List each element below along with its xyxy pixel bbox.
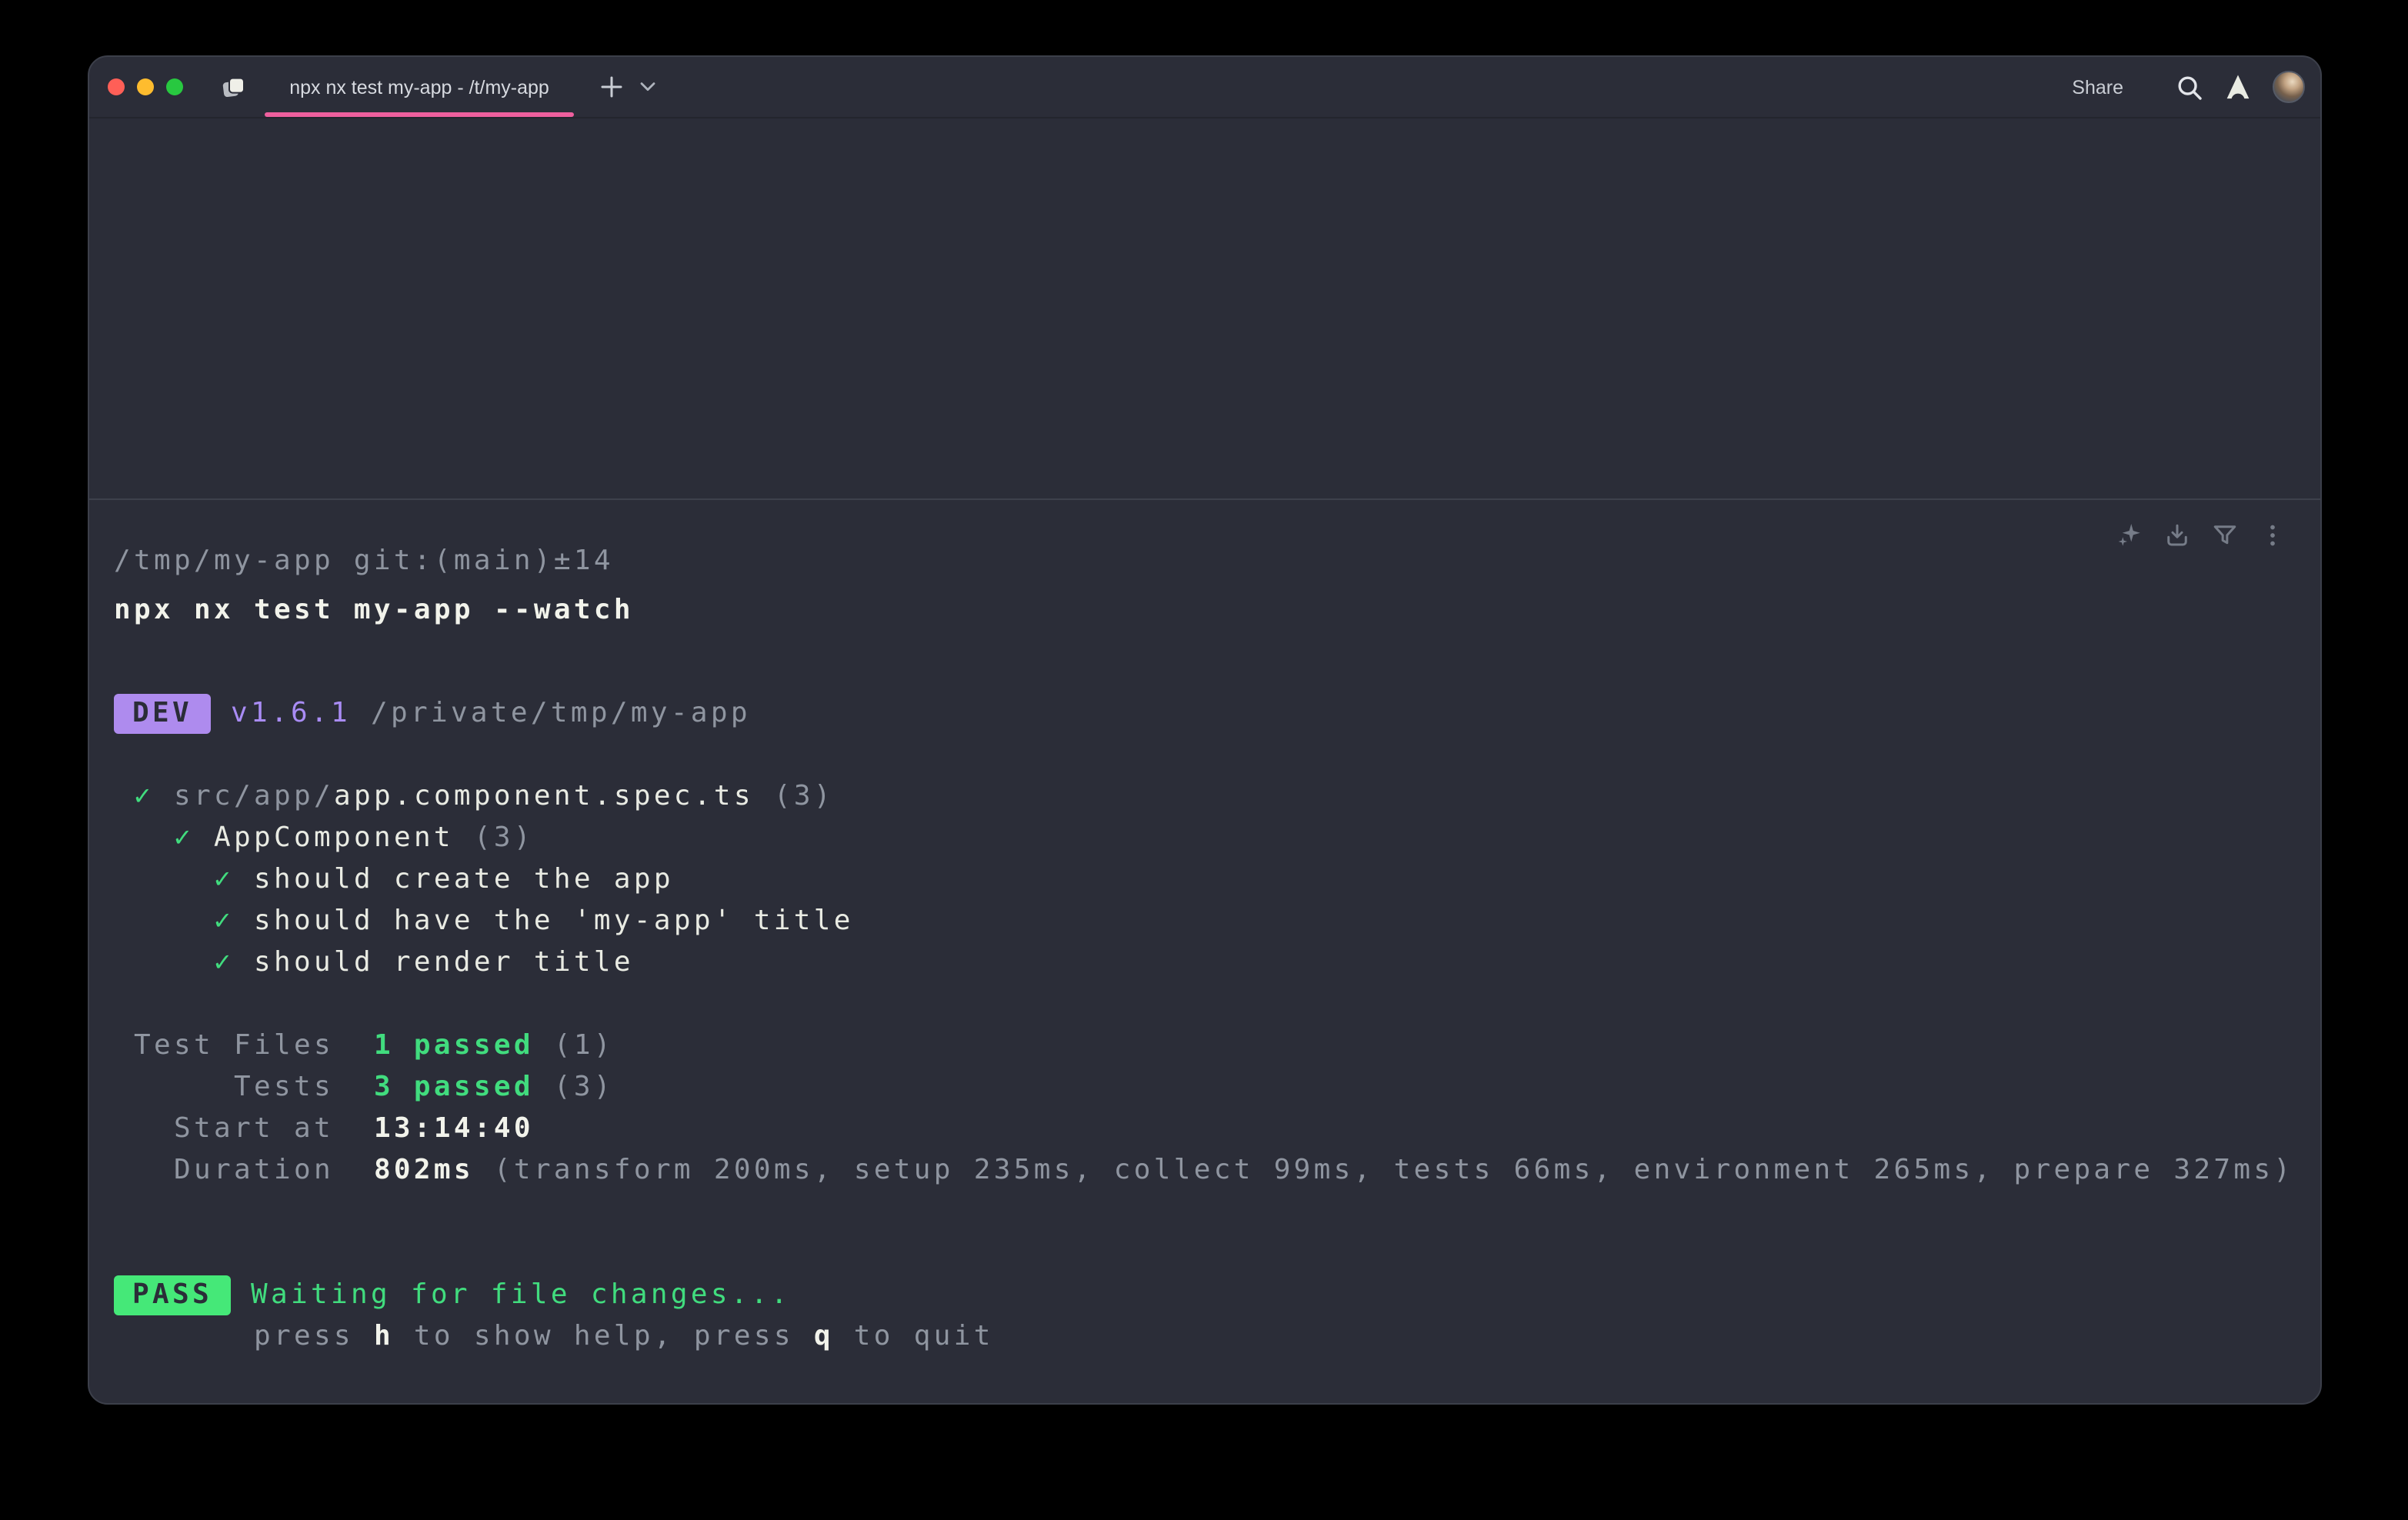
terminal-line — [114, 983, 2296, 1025]
terminal-text: ✓ — [114, 946, 254, 978]
terminal-text: h — [374, 1320, 394, 1352]
user-avatar[interactable] — [2273, 71, 2305, 103]
terminal-text: Duration — [114, 1154, 374, 1186]
terminal-text — [211, 697, 231, 729]
terminal-line — [114, 734, 2296, 775]
terminal-line: ✓ should render title — [114, 942, 2296, 983]
pass-badge: PASS — [114, 1275, 231, 1315]
terminal-text: src/app/ — [174, 780, 334, 812]
tab-bar: npx nx test my-app - /t/my-app Share — [89, 57, 2320, 118]
terminal-text: (3) — [474, 822, 534, 854]
terminal-text: ✓ — [114, 822, 214, 854]
tab-active-underline — [265, 112, 574, 117]
search-icon[interactable] — [2176, 73, 2203, 101]
terminal-line: npx nx test my-app --watch — [114, 589, 2296, 631]
terminal-text: (3) — [534, 1071, 614, 1103]
terminal-text: 802ms — [374, 1154, 474, 1186]
window-controls — [108, 78, 188, 95]
zoom-button[interactable] — [166, 78, 183, 95]
terminal-line — [114, 631, 2296, 672]
terminal-line: ✓ should have the 'my-app' title — [114, 900, 2296, 942]
terminal-text: /tmp/my-app git:(main)±14 — [114, 545, 614, 577]
warp-logo-icon[interactable] — [2225, 74, 2251, 100]
scrollback-area — [89, 118, 2320, 500]
terminal-text: Waiting for file changes... — [231, 1278, 791, 1311]
blocks-icon[interactable] — [218, 72, 249, 102]
terminal-text: should have the 'my-app' title — [254, 905, 854, 937]
terminal-line: ✓ src/app/app.component.spec.ts (3) — [114, 775, 2296, 817]
terminal-text: should create the app — [254, 863, 674, 895]
tab-list-chevron-down-icon[interactable] — [640, 82, 655, 92]
terminal-line: DEV v1.6.1 /private/tmp/my-app — [114, 692, 2296, 734]
terminal-text: AppComponent — [214, 822, 474, 854]
terminal-text: 3 passed — [374, 1071, 534, 1103]
terminal-text: ✓ — [114, 905, 254, 937]
ai-sparkles-icon[interactable] — [2116, 522, 2143, 549]
terminal-text: to quit — [834, 1320, 994, 1352]
terminal-line: ✓ AppComponent (3) — [114, 817, 2296, 858]
terminal-text: npx nx test my-app --watch — [114, 594, 634, 626]
terminal-line: Duration 802ms (transform 200ms, setup 2… — [114, 1149, 2296, 1191]
command-block[interactable]: /tmp/my-app git:(main)±14 npx nx test my-… — [89, 500, 2320, 1403]
terminal-text: app.component.spec.ts — [334, 780, 754, 812]
minimize-button[interactable] — [137, 78, 154, 95]
terminal-text: (1) — [534, 1029, 614, 1062]
terminal-text: /private/tmp/my-app — [351, 697, 751, 729]
terminal-output: /tmp/my-app git:(main)±14 npx nx test my-… — [89, 500, 2320, 1357]
terminal-text: should render title — [254, 946, 634, 978]
terminal-line: ✓ should create the app — [114, 858, 2296, 900]
new-tab-button[interactable] — [600, 75, 623, 98]
terminal-text: q — [814, 1320, 834, 1352]
terminal-line: Start at 13:14:40 — [114, 1108, 2296, 1149]
terminal-text: Start at — [114, 1112, 374, 1145]
filter-icon[interactable] — [2211, 522, 2239, 549]
terminal-text: ✓ — [114, 780, 174, 812]
terminal-line: Tests 3 passed (3) — [114, 1066, 2296, 1108]
share-button[interactable]: Share — [2072, 76, 2123, 98]
dev-badge: DEV — [114, 694, 211, 734]
terminal-line: press h to show help, press q to quit — [114, 1315, 2296, 1357]
block-toolbar — [2116, 522, 2286, 549]
terminal-text: press — [114, 1320, 374, 1352]
terminal-text: Tests — [114, 1071, 374, 1103]
close-button[interactable] — [108, 78, 125, 95]
terminal-text: ✓ — [114, 863, 254, 895]
terminal-line: PASS Waiting for file changes... — [114, 1274, 2296, 1315]
more-options-icon[interactable] — [2259, 522, 2286, 549]
desktop: npx nx test my-app - /t/my-app Share — [0, 0, 2408, 1520]
terminal-line: Test Files 1 passed (1) — [114, 1025, 2296, 1066]
terminal-text: to show help, press — [394, 1320, 814, 1352]
terminal-text: (3) — [754, 780, 834, 812]
terminal-window: npx nx test my-app - /t/my-app Share — [88, 55, 2322, 1405]
terminal-text: v1.6.1 — [231, 697, 351, 729]
terminal-text: 13:14:40 — [374, 1112, 534, 1145]
terminal-text: 1 passed — [374, 1029, 534, 1062]
tab-active[interactable]: npx nx test my-app - /t/my-app — [265, 57, 574, 117]
download-block-icon[interactable] — [2163, 522, 2191, 549]
terminal-line — [114, 1191, 2296, 1232]
tab-title: npx nx test my-app - /t/my-app — [289, 76, 549, 98]
terminal-line: /tmp/my-app git:(main)±14 — [114, 540, 2296, 582]
terminal-text: (transform 200ms, setup 235ms, collect 9… — [474, 1154, 2293, 1186]
terminal-line — [114, 1232, 2296, 1274]
terminal-text: Test Files — [114, 1029, 374, 1062]
